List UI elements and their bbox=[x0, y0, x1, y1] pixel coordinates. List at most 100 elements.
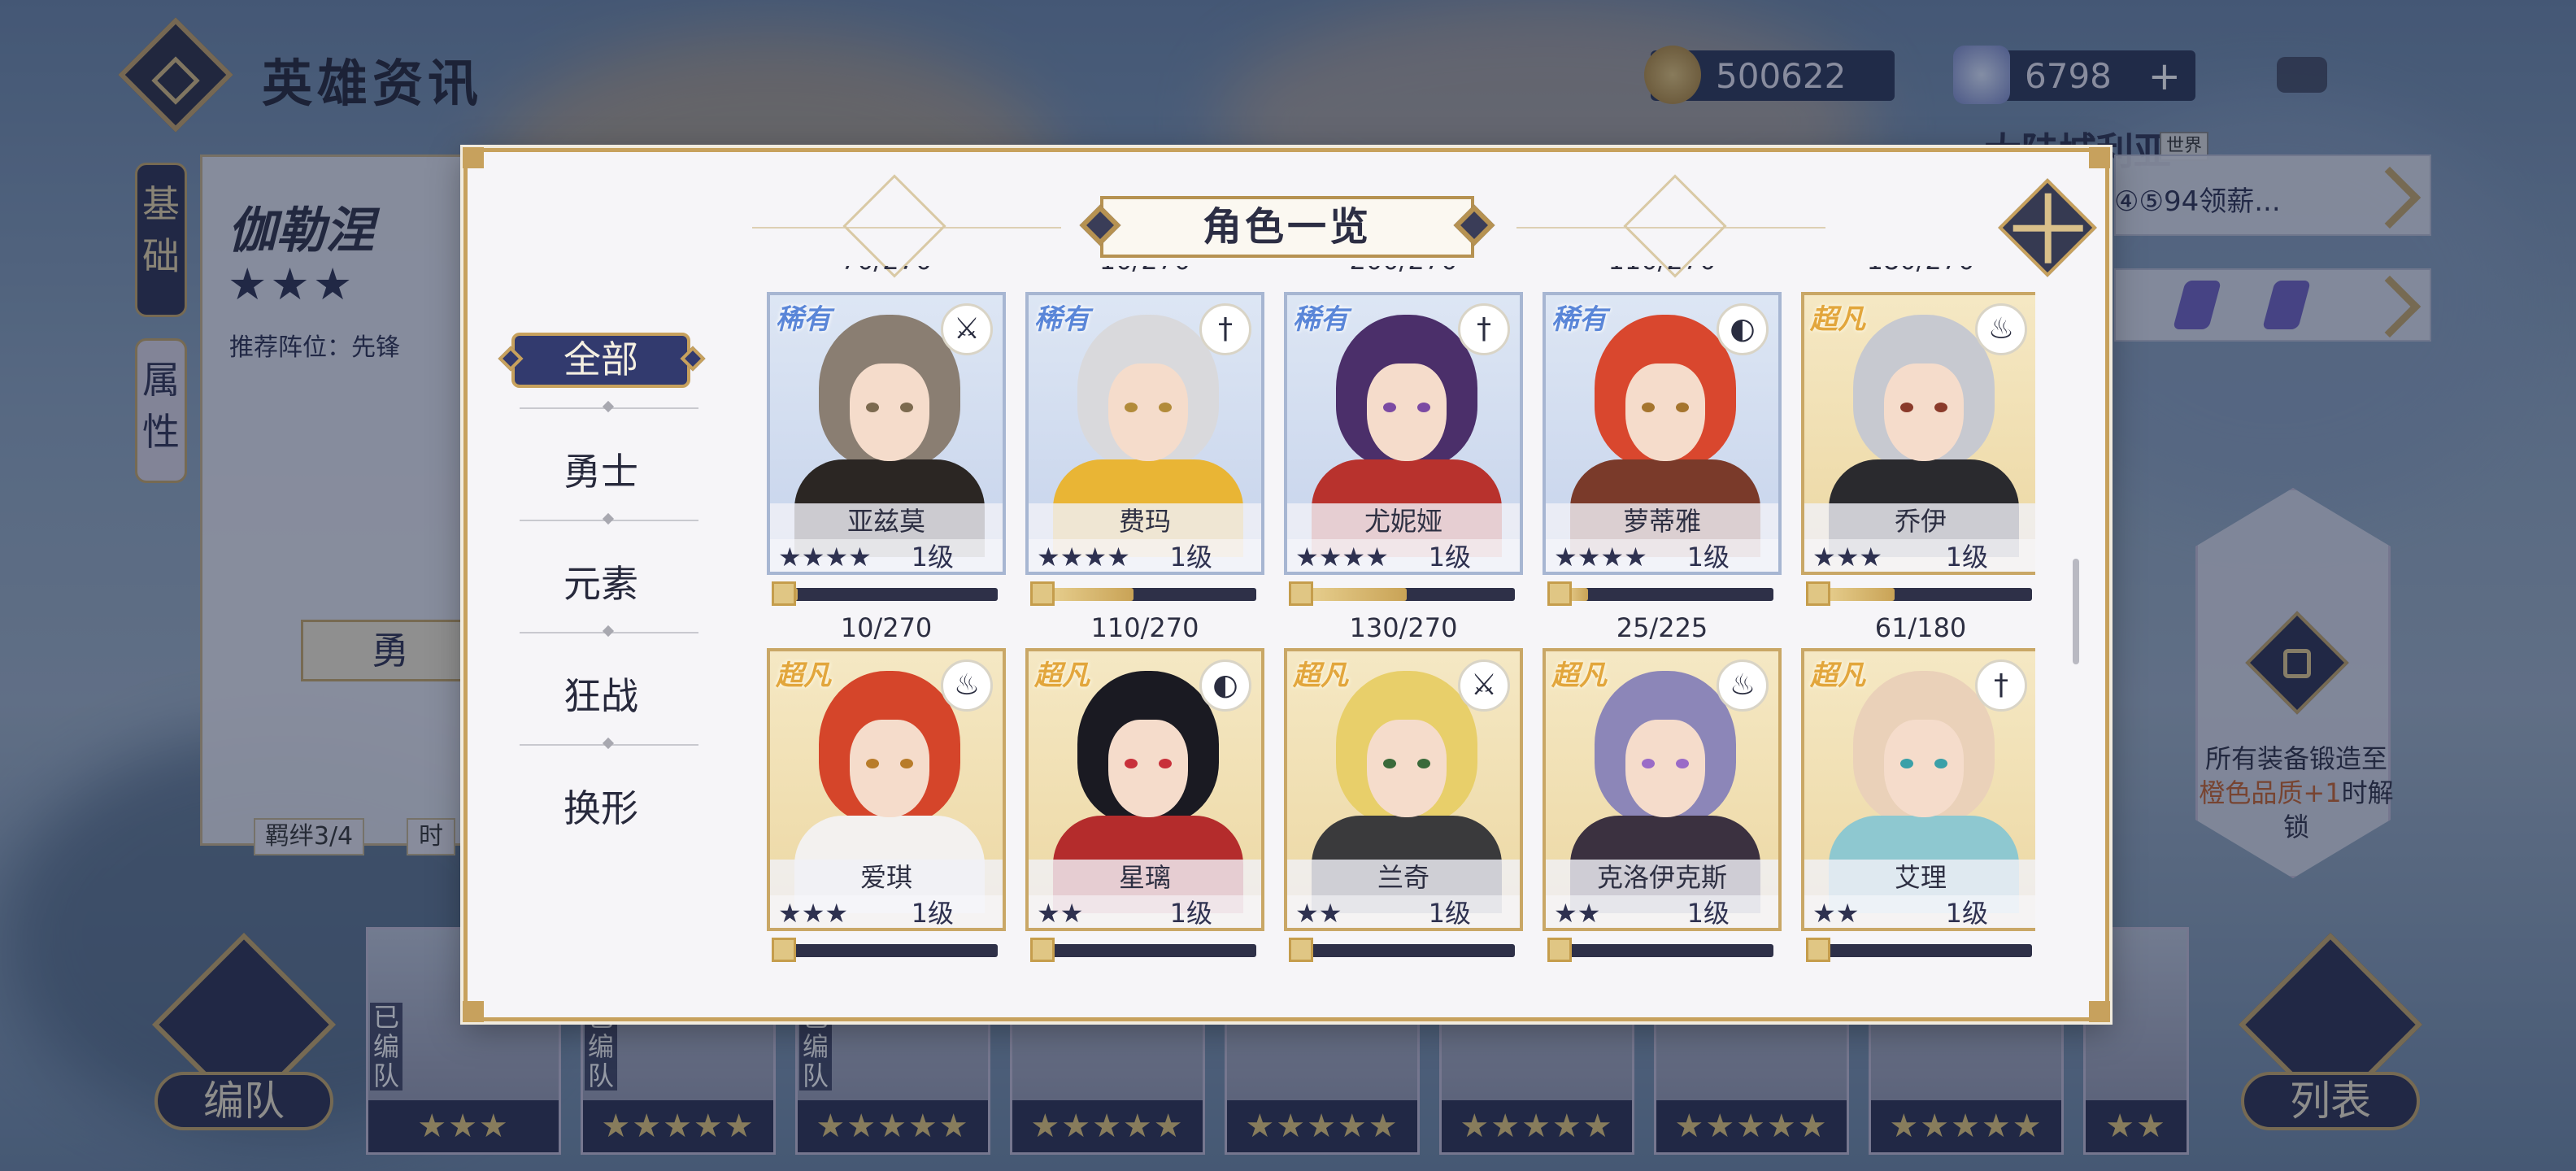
class-icon: † bbox=[1458, 303, 1510, 355]
portrait-eye bbox=[1159, 759, 1172, 768]
portrait-face bbox=[1884, 363, 1964, 461]
portrait-eye bbox=[1383, 403, 1396, 412]
character-grid: 70/27010/270200/270110/270180/270稀有⚔亚兹莫★… bbox=[767, 266, 2035, 990]
progress-track bbox=[1307, 588, 1515, 601]
shard-progress-bar bbox=[1284, 580, 1523, 612]
filter-separator bbox=[520, 744, 698, 746]
hero-info-bar: ★★★ 1级 bbox=[1804, 539, 2035, 572]
portrait-eye bbox=[1676, 403, 1689, 412]
portrait-eye bbox=[1642, 759, 1655, 768]
filter-1[interactable]: 全部 bbox=[479, 323, 723, 396]
hero-card[interactable]: 稀有 † 费玛 ★★★★ 1级 bbox=[1025, 292, 1264, 575]
progress-text: 110/270 bbox=[1090, 612, 1199, 643]
filter-5[interactable]: 换形 bbox=[479, 772, 723, 845]
title-decoration bbox=[1623, 174, 1727, 278]
portrait-eye bbox=[1934, 403, 1947, 412]
hero-level: 1级 bbox=[1686, 898, 1730, 929]
close-button[interactable] bbox=[1998, 178, 2097, 277]
rarity-badge: 超凡 bbox=[1293, 660, 1348, 692]
hero-level: 1级 bbox=[1428, 898, 1471, 929]
filter-4[interactable]: 狂战 bbox=[479, 660, 723, 733]
character-list-modal: 角色一览 全部勇士元素狂战换形 70/270 10/270 200/270 110/2… bbox=[463, 147, 2110, 1022]
portrait-eye bbox=[900, 403, 913, 412]
filter-separator bbox=[520, 632, 698, 633]
hero-card[interactable]: 超凡 ♨ 乔伊 ★★★ 1级 bbox=[1801, 292, 2035, 575]
rarity-badge: 超凡 bbox=[1551, 660, 1607, 692]
progress-fill bbox=[1824, 588, 1895, 601]
hero-stars: ★★★★ bbox=[1295, 542, 1389, 572]
progress-cap bbox=[1289, 938, 1313, 962]
hero-card[interactable]: 稀有 † 尤妮娅 ★★★★ 1级 bbox=[1284, 292, 1523, 575]
shard-progress-bar bbox=[1543, 580, 1782, 612]
hero-level: 1级 bbox=[1169, 898, 1212, 929]
portrait-eye bbox=[1900, 403, 1913, 412]
hero-level: 1级 bbox=[1945, 898, 1988, 929]
rarity-badge: 超凡 bbox=[1034, 660, 1090, 692]
hero-info-bar: ★★★★ 1级 bbox=[1546, 539, 1778, 572]
progress-text: 70/270 bbox=[767, 266, 1006, 276]
grid-scrollbar[interactable] bbox=[2073, 559, 2079, 664]
modal-title: 角色一览 bbox=[1202, 204, 1372, 250]
hero-card[interactable]: 超凡 ♨ 爱琪 ★★★ 1级 bbox=[767, 648, 1006, 931]
hero-info-bar: ★★ 1级 bbox=[1804, 895, 2035, 929]
hero-name: 尤妮娅 bbox=[1287, 503, 1520, 539]
progress-track bbox=[1565, 944, 1773, 957]
title-decoration bbox=[842, 174, 946, 278]
portrait-eye bbox=[1417, 403, 1430, 412]
hero-card[interactable]: 稀有 ◐ 萝蒂雅 ★★★★ 1级 bbox=[1543, 292, 1782, 575]
portrait-eye bbox=[900, 759, 913, 768]
progress-cap bbox=[1289, 581, 1313, 606]
hero-card[interactable]: 超凡 † 艾理 ★★ 1级 bbox=[1801, 648, 2035, 931]
hero-name: 亚兹莫 bbox=[770, 503, 1003, 539]
hero-name: 费玛 bbox=[1029, 503, 1261, 539]
hero-stars: ★★ bbox=[1554, 898, 1601, 929]
shard-progress-bar bbox=[1801, 936, 2035, 969]
progress-fill bbox=[1048, 588, 1134, 601]
progress-track bbox=[1048, 944, 1256, 957]
filter-2[interactable]: 勇士 bbox=[479, 435, 723, 508]
hero-level: 1级 bbox=[911, 898, 954, 929]
filter-separator bbox=[520, 407, 698, 409]
progress-text: 110/270 bbox=[1543, 266, 1782, 276]
hero-info-bar: ★★★★ 1级 bbox=[1029, 539, 1261, 572]
hero-info-bar: ★★★★ 1级 bbox=[1287, 539, 1520, 572]
hero-card[interactable]: 超凡 ⚔ 兰奇 ★★ 1级 bbox=[1284, 648, 1523, 931]
rarity-badge: 稀有 bbox=[1551, 303, 1607, 336]
corner-ornament bbox=[463, 147, 484, 168]
progress-track bbox=[1565, 588, 1773, 601]
progress-track bbox=[1824, 588, 2032, 601]
portrait-eye bbox=[1125, 403, 1138, 412]
progress-text: 200/270 bbox=[1284, 266, 1523, 276]
hero-info-bar: ★★ 1级 bbox=[1287, 895, 1520, 929]
progress-track bbox=[790, 944, 998, 957]
hero-card[interactable]: 超凡 ◐ 星璃 ★★ 1级 bbox=[1025, 648, 1264, 931]
portrait-face bbox=[1108, 363, 1188, 461]
filter-3[interactable]: 元素 bbox=[479, 547, 723, 620]
corner-ornament bbox=[2089, 147, 2110, 168]
hero-info-bar: ★★★★ 1级 bbox=[770, 539, 1003, 572]
progress-text: 61/180 bbox=[1874, 612, 1967, 643]
progress-cap bbox=[1547, 581, 1572, 606]
portrait-eye bbox=[1900, 759, 1913, 768]
rarity-badge: 超凡 bbox=[1810, 660, 1865, 692]
portrait-eye bbox=[866, 403, 879, 412]
hero-card[interactable]: 超凡 ♨ 克洛伊克斯 ★★ 1级 bbox=[1543, 648, 1782, 931]
portrait-eye bbox=[866, 759, 879, 768]
hero-card[interactable]: 稀有 ⚔ 亚兹莫 ★★★★ 1级 bbox=[767, 292, 1006, 575]
shard-progress-bar bbox=[1025, 580, 1264, 612]
modal-title-plate: 角色一览 bbox=[1079, 196, 1495, 258]
portrait-face bbox=[1108, 720, 1188, 817]
shard-progress-bar bbox=[1025, 936, 1264, 969]
portrait-eye bbox=[1417, 759, 1430, 768]
shard-progress-bar bbox=[767, 580, 1006, 612]
portrait-eye bbox=[1159, 403, 1172, 412]
portrait-face bbox=[1367, 363, 1447, 461]
progress-track bbox=[790, 588, 998, 601]
hero-stars: ★★ bbox=[1295, 898, 1342, 929]
portrait-eye bbox=[1676, 759, 1689, 768]
filter-label: 元素 bbox=[564, 562, 638, 606]
progress-track bbox=[1824, 944, 2032, 957]
progress-text: 130/270 bbox=[1349, 612, 1458, 643]
portrait-eye bbox=[1642, 403, 1655, 412]
class-icon: ⚔ bbox=[941, 303, 993, 355]
